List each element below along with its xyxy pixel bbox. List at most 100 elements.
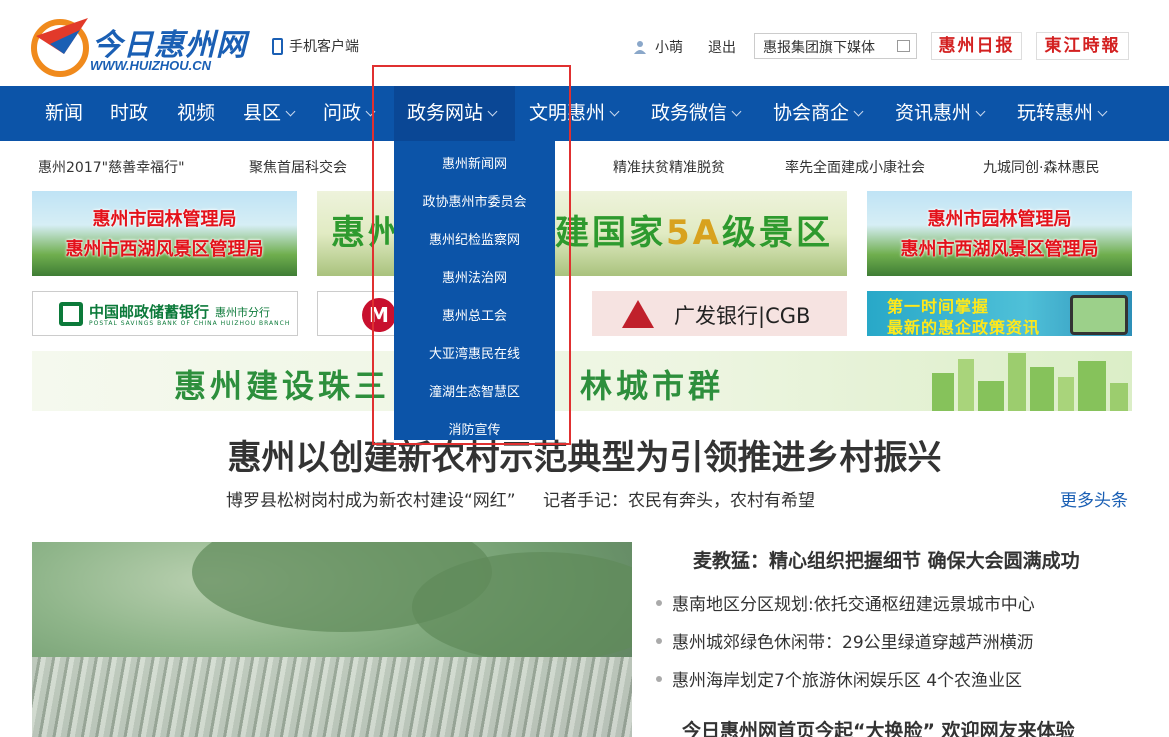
chevron-down-icon bbox=[285, 106, 296, 117]
headline-sublink[interactable]: 博罗县松树岗村成为新农村建设“网红” bbox=[226, 491, 516, 511]
news-list-item[interactable]: 惠南地区分区规划:依托交通枢纽建远景城市中心 bbox=[656, 590, 1035, 615]
phone-icon bbox=[1070, 295, 1128, 335]
dropdown-item[interactable]: 惠州新闻网 bbox=[394, 153, 555, 172]
nav-item-info[interactable]: 资讯惠州 bbox=[895, 86, 986, 141]
banner-text-part: 5A bbox=[666, 213, 722, 253]
banner-text: 最新的惠企政策资讯 bbox=[887, 318, 1041, 336]
dropdown-item[interactable]: 惠州法治网 bbox=[394, 267, 555, 286]
bullet-icon bbox=[656, 675, 662, 682]
banner-text: 惠州市分行 bbox=[215, 306, 270, 319]
headline-title[interactable]: 惠州以创建新农村示范典型为引领推进乡村振兴 bbox=[0, 430, 1169, 479]
nav-item-politics[interactable]: 时政 bbox=[110, 86, 148, 141]
more-headlines-link[interactable]: 更多头条 bbox=[1060, 486, 1128, 511]
news-list-item[interactable]: 惠州海岸划定7个旅游休闲娱乐区 4个农渔业区 bbox=[656, 666, 1022, 691]
logo-url: WWW.HUIZHOU.CN bbox=[90, 58, 212, 73]
phone-icon bbox=[272, 37, 283, 55]
banner-text: 中国邮政储蓄银行 bbox=[89, 303, 210, 321]
building-decor bbox=[1110, 383, 1128, 411]
building-decor bbox=[958, 359, 974, 411]
topic-link[interactable]: 聚焦首届科交会 bbox=[249, 157, 347, 177]
headline-sublinks: 博罗县松树岗村成为新农村建设“网红” 记者手记：农民有奔头，农村有希望 bbox=[226, 486, 837, 511]
dropdown-item[interactable]: 消防宣传 bbox=[394, 419, 555, 438]
chevron-down-icon bbox=[1097, 106, 1108, 117]
nav-label: 时政 bbox=[110, 102, 149, 124]
ad-banner-cgb[interactable]: 广发银行|CGB bbox=[592, 291, 847, 336]
nav-label: 视频 bbox=[177, 102, 216, 124]
nav-item-civilization[interactable]: 文明惠州 bbox=[529, 86, 620, 141]
news-list-item[interactable]: 惠州城郊绿色休闲带：29公里绿道穿越芦洲横沥 bbox=[656, 628, 1034, 653]
banner-text: POSTAL SAVINGS BANK OF CHINA HUIZHOU BRA… bbox=[89, 320, 291, 327]
topic-link[interactable]: 率先全面建成小康社会 bbox=[785, 157, 925, 177]
nav-label: 县区 bbox=[243, 102, 282, 124]
banner-text: 广发银行|CGB bbox=[674, 304, 811, 328]
nav-label: 资讯惠州 bbox=[895, 102, 972, 124]
ad-banner-park-bureau[interactable]: 惠州市园林管理局 惠州市西湖风景区管理局 bbox=[867, 191, 1132, 276]
banner-text-part: 惠州建设珠三 bbox=[174, 367, 391, 405]
nav-item-fun[interactable]: 玩转惠州 bbox=[1017, 86, 1108, 141]
aerial-city-photo[interactable] bbox=[32, 542, 632, 737]
banner-text-part: 林城市群 bbox=[580, 367, 725, 405]
nav-item-news[interactable]: 新闻 bbox=[45, 86, 83, 141]
nav-item-associations[interactable]: 协会商企 bbox=[773, 86, 864, 141]
dropdown-item[interactable]: 大亚湾惠民在线 bbox=[394, 343, 555, 362]
chevron-down-icon bbox=[609, 106, 620, 117]
banner-text-part: 级景区 bbox=[721, 213, 833, 253]
postal-bank-logo-icon bbox=[59, 302, 83, 326]
nav-label: 政务网站 bbox=[407, 102, 484, 124]
chevron-down-icon bbox=[975, 106, 986, 117]
huizhou-daily-link[interactable]: 惠州日报 bbox=[931, 32, 1022, 60]
ad-banner-forest-city[interactable]: 惠州建设珠三 林城市群 bbox=[32, 351, 1132, 411]
banner-text: 惠州市园林管理局 bbox=[927, 209, 1072, 230]
nav-item-gov-wechat[interactable]: 政务微信 bbox=[651, 86, 742, 141]
nav-item-county[interactable]: 县区 bbox=[243, 86, 296, 141]
ad-banner-park-bureau[interactable]: 惠州市园林管理局 惠州市西湖风景区管理局 bbox=[32, 191, 297, 276]
dongjiang-times-link[interactable]: 東江時報 bbox=[1036, 32, 1129, 60]
news-list-text: 惠州海岸划定7个旅游休闲娱乐区 4个农渔业区 bbox=[672, 671, 1023, 691]
nav-item-video[interactable]: 视频 bbox=[177, 86, 215, 141]
banner-text: 惠州市西湖风景区管理局 bbox=[65, 239, 264, 260]
building-decor bbox=[1030, 367, 1054, 411]
dropdown-item[interactable]: 潼湖生态智慧区 bbox=[394, 381, 555, 400]
nav-label: 问政 bbox=[323, 102, 362, 124]
logout-link[interactable]: 退出 bbox=[708, 37, 736, 57]
username: 小萌 bbox=[655, 40, 683, 56]
chevron-down-icon bbox=[487, 106, 498, 117]
site-logo[interactable]: 今日惠州网 WWW.HUIZHOU.CN bbox=[30, 14, 250, 78]
nav-label: 玩转惠州 bbox=[1017, 102, 1094, 124]
main-nav: 新闻 时政 视频 县区 问政 政务网站 文明惠州 政务微信 协会商企 资讯惠州 … bbox=[0, 86, 1169, 141]
building-decor bbox=[1058, 377, 1074, 411]
dropdown-item[interactable]: 政协惠州市委员会 bbox=[394, 191, 555, 210]
banner-text: 惠州市西湖风景区管理局 bbox=[900, 239, 1099, 260]
logo-swoosh-icon bbox=[31, 18, 89, 77]
building-decor bbox=[978, 381, 1004, 411]
media-select-value: 惠报集团旗下媒体 bbox=[763, 40, 875, 56]
nav-label: 协会商企 bbox=[773, 102, 850, 124]
nav-item-inquiry[interactable]: 问政 bbox=[323, 86, 376, 141]
banner-text-part: 建国家 bbox=[555, 213, 666, 253]
topic-link[interactable]: 九城同创·森林惠民 bbox=[983, 157, 1099, 177]
ad-banner-policy-info[interactable]: 第一时间掌握 最新的惠企政策资讯 bbox=[867, 291, 1132, 336]
nav-label: 文明惠州 bbox=[529, 102, 606, 124]
nav-item-gov-sites[interactable]: 政务网站 bbox=[394, 86, 515, 141]
gov-sites-dropdown: 惠州新闻网 政协惠州市委员会 惠州纪检监察网 惠州法治网 惠州总工会 大亚湾惠民… bbox=[394, 141, 555, 440]
news-feature-title-2[interactable]: 今日惠州网首页今起“大换脸” 欢迎网友来体验 bbox=[682, 716, 1075, 737]
user-menu[interactable]: 小萌 bbox=[633, 37, 683, 57]
dropdown-item[interactable]: 惠州纪检监察网 bbox=[394, 229, 555, 248]
topic-link[interactable]: 精准扶贫精准脱贫 bbox=[613, 157, 725, 177]
news-feature-title[interactable]: 麦教猛：精心组织把握细节 确保大会圆满成功 bbox=[693, 546, 1080, 573]
building-decor bbox=[1008, 353, 1026, 411]
news-list-text: 惠州城郊绿色休闲带：29公里绿道穿越芦洲横沥 bbox=[672, 633, 1034, 653]
media-select[interactable]: 惠报集团旗下媒体 bbox=[754, 33, 917, 59]
chevron-down-icon bbox=[365, 106, 376, 117]
topic-link[interactable]: 惠州2017"慈善幸福行" bbox=[38, 157, 185, 177]
dropdown-item[interactable]: 惠州总工会 bbox=[394, 305, 555, 324]
ad-banner-postal-bank[interactable]: 中国邮政储蓄银行 惠州市分行 POSTAL SAVINGS BANK OF CH… bbox=[32, 291, 298, 336]
dropdown-arrow-icon bbox=[897, 40, 910, 52]
site-header: 今日惠州网 WWW.HUIZHOU.CN 手机客户端 小萌 退出 惠报集团旗下媒… bbox=[0, 0, 1169, 86]
building-decor bbox=[932, 373, 954, 411]
headline-sublink[interactable]: 记者手记：农民有奔头，农村有希望 bbox=[543, 491, 815, 511]
mobile-client-link[interactable]: 手机客户端 bbox=[272, 36, 359, 56]
building-decor bbox=[1078, 361, 1106, 411]
chevron-down-icon bbox=[731, 106, 742, 117]
user-icon bbox=[634, 41, 646, 54]
